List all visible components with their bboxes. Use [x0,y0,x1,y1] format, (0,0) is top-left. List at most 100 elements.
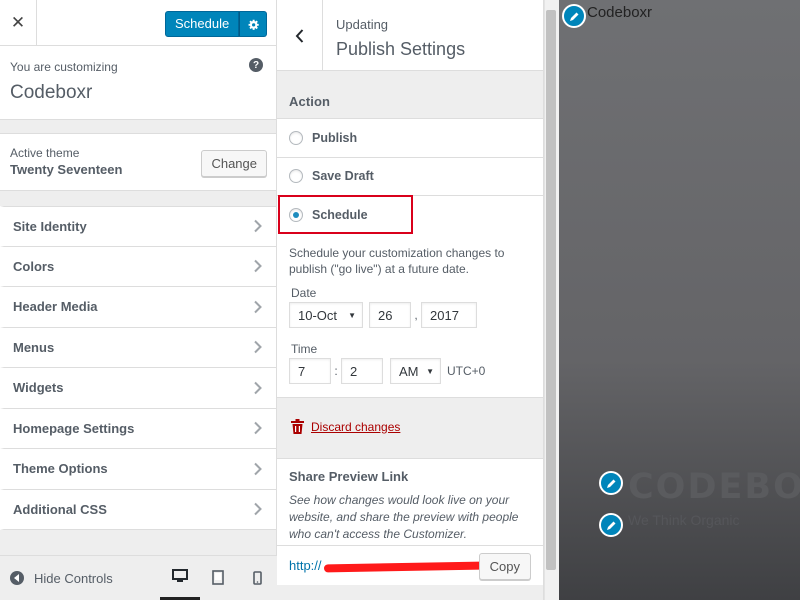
preview-mobile-button[interactable] [237,555,277,600]
site-preview: Codeboxr CODEBOXR We Think Organic [559,0,800,600]
gear-icon [248,19,259,30]
url-prefix: http:// [289,558,322,573]
preview-brand: CODEBOXR [628,467,800,507]
minute-input[interactable]: 2 [341,358,383,384]
save-draft-option[interactable]: Save Draft [277,158,543,196]
save-action-group: Schedule [165,11,268,37]
section-label: Colors [13,258,55,274]
schedule-description: Schedule your customization changes to p… [289,246,505,276]
hide-controls-label: Hide Controls [34,570,113,586]
edit-shortcut-tagline[interactable] [599,513,623,537]
pencil-icon [606,521,615,530]
section-label: Header Media [13,299,98,315]
preview-desktop-button[interactable] [160,555,200,600]
preview-site-title[interactable]: Codeboxr [587,4,652,21]
chevron-right-icon [254,220,262,233]
time-label: Time [291,342,318,356]
section-colors[interactable]: Colors [0,246,276,287]
section-label: Additional CSS [13,501,107,517]
redaction-mark [323,561,484,572]
hour-input[interactable]: 7 [289,358,331,384]
collapse-arrow-icon [10,571,24,585]
schedule-button[interactable]: Schedule [165,11,240,37]
radio-publish[interactable] [289,130,303,145]
pencil-icon [569,12,578,21]
month-select[interactable]: 10-Oct ▼ [289,302,363,328]
publish-settings-button[interactable] [239,11,268,37]
section-header-media[interactable]: Header Media [0,287,276,328]
timezone-label: UTC+0 [447,364,486,378]
chevron-right-icon [254,300,262,313]
chevron-right-icon [254,462,262,475]
ampm-select[interactable]: AM ▼ [390,358,441,384]
preview-link-row: http:// Copy [277,545,543,585]
section-label: Theme Options [13,461,108,477]
chevron-right-icon [254,341,262,354]
tablet-icon [212,570,224,585]
site-name: Codeboxr [10,82,93,103]
schedule-highlight-annotation [278,195,413,234]
publish-settings-panel: Updating Publish Settings Action Publish… [277,0,544,600]
section-widgets[interactable]: Widgets [0,368,276,409]
time-separator: : [334,364,338,378]
close-customizer-button[interactable]: ✕ [0,0,37,46]
panel-title: Publish Settings [336,39,466,59]
chevron-right-icon [254,260,262,273]
trash-icon [291,419,304,434]
radio-save-draft[interactable] [289,169,303,184]
scrollbar-thumb[interactable] [546,10,556,570]
customizing-info: You are customizing Codeboxr ? [0,46,276,120]
help-icon[interactable]: ? [249,58,263,72]
section-label: Site Identity [13,218,87,234]
section-menus[interactable]: Menus [0,327,276,368]
share-title: Share Preview Link [289,469,409,484]
chevron-left-icon [295,28,304,43]
back-button[interactable] [277,0,323,71]
chevron-right-icon [254,381,262,394]
active-theme-panel: Active theme Twenty Seventeen Change [0,133,276,191]
section-theme-options[interactable]: Theme Options [0,449,276,490]
customizer-header: ✕ Schedule [0,0,276,46]
close-icon: ✕ [10,13,26,32]
publish-option[interactable]: Publish [277,119,543,158]
mobile-icon [252,570,262,585]
ampm-value: AM [399,363,419,379]
section-label: Widgets [13,380,64,396]
chevron-right-icon [254,422,262,435]
option-label: Save Draft [312,169,374,184]
customizer-footer: Hide Controls [0,555,277,600]
section-additional-css[interactable]: Additional CSS [0,489,276,530]
preview-url-link[interactable]: http:// [289,558,484,573]
discard-changes-link[interactable]: Discard changes [291,419,400,434]
chevron-right-icon [254,503,262,516]
discard-label: Discard changes [311,419,401,434]
publish-settings-header: Updating Publish Settings [277,0,543,71]
copy-button[interactable]: Copy [478,553,531,580]
day-input[interactable]: 26 [369,302,411,328]
option-label: Publish [312,130,358,145]
desktop-icon [172,569,188,582]
pencil-icon [606,479,615,488]
section-homepage-settings[interactable]: Homepage Settings [0,408,276,449]
hide-controls-button[interactable]: Hide Controls [0,571,113,586]
schedule-settings: Schedule your customization changes to p… [277,233,543,398]
share-description: See how changes would look live on your … [289,493,519,541]
date-fields: 10-Oct ▼ 26 , 2017 [289,302,531,328]
date-separator: , [414,308,418,322]
share-preview-section: Share Preview Link See how changes would… [277,458,543,546]
date-label: Date [291,286,317,300]
dropdown-arrow-icon: ▼ [348,311,356,320]
time-fields: 7 : 2 AM ▼ UTC+0 [289,358,531,384]
customizing-label: You are customizing [10,60,118,74]
customizer-sidebar: ✕ Schedule You are customizing Codeboxr … [0,0,277,600]
section-site-identity[interactable]: Site Identity [0,206,276,247]
action-label: Action [289,94,331,109]
section-label: Menus [13,339,55,355]
section-list: Site Identity Colors Header Media Menus … [0,206,276,530]
edit-shortcut-brand[interactable] [599,471,623,495]
preview-tablet-button[interactable] [198,555,238,600]
change-theme-button[interactable]: Change [201,150,267,177]
edit-shortcut-site-title[interactable] [562,4,586,28]
year-input[interactable]: 2017 [421,302,477,328]
dropdown-arrow-icon: ▼ [426,367,434,376]
